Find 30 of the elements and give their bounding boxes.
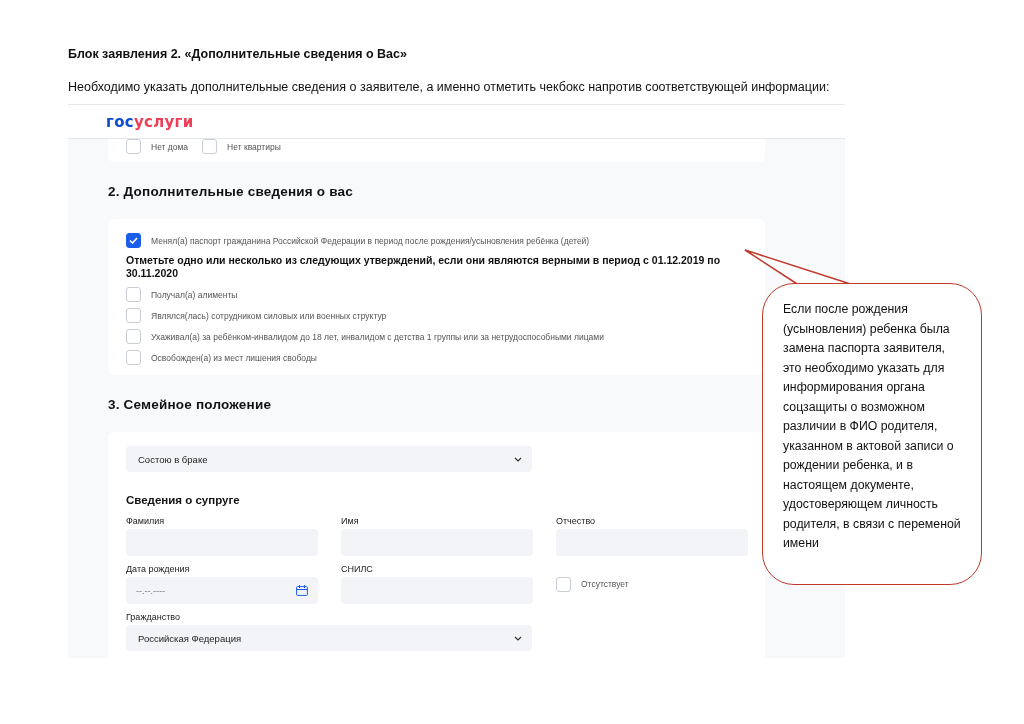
checkbox-label: Нет квартиры — [227, 141, 281, 152]
callout-text: Если после рождения (усыновления) ребенка была замена паспорта заявителя, это необходимо указать для информирования органа соцзащиты о возможном различии в ФИО родителя, указанном в актовой записи о рождении ребенка, и в настоящем документе, удостоверяющем личность родителя, в связи с переменой имени — [783, 301, 961, 552]
subsection-title: Сведения о супруге — [126, 494, 241, 506]
field-label: Фамилия — [126, 516, 166, 526]
checkbox-label: Получал(а) алименты — [151, 289, 238, 300]
checkbox[interactable] — [126, 233, 141, 248]
section-title: 3. Семейное положение — [108, 397, 273, 412]
field-label: Имя — [341, 516, 360, 526]
field-label: Гражданство — [126, 612, 181, 622]
question-text: Отметьте одно или несколько из следующих утверждений, если они являются верными в период с 01.12.2019 по 30.11.2020 — [126, 254, 722, 279]
checkbox-label: Освобожден(а) из мест лишения свободы — [151, 352, 317, 363]
field-label: Отчество — [556, 516, 597, 526]
field-label: Дата рождения — [126, 564, 191, 574]
marital-status-dropdown[interactable]: Состою в браке — [126, 446, 532, 472]
document-heading: Блок заявления 2. «Дополнительные сведения о Вас» — [68, 47, 408, 61]
section-title: 2. Дополнительные сведения о вас — [108, 184, 354, 199]
logo: госуслуги — [106, 112, 194, 131]
calendar-icon — [296, 585, 308, 596]
chevron-icon — [514, 635, 522, 641]
checkbox-label: Ухаживал(а) за ребёнком-инвалидом до 18 лет, инвалидом с детства 1 группы или за нетрудоспособными лицами — [151, 331, 604, 342]
checkbox-label: Нет дома — [151, 141, 189, 152]
document-paragraph: Необходимо указать дополнительные сведения о заявителе, а именно отметить чекбокс напротив соответствующей информации: — [68, 80, 831, 94]
field-label: СНИЛС — [341, 564, 374, 574]
checkbox-label: Менял(а) паспорт гражданина Российской Федерации в период после рождения/усыновления ребёнка (детей) — [151, 235, 590, 246]
citizenship-dropdown[interactable]: Российская Федерация — [126, 625, 532, 651]
checkbox-label: Отсутствует — [581, 579, 629, 589]
check-icon — [129, 237, 138, 244]
checkbox-label: Являлся(лась) сотрудником силовых или военных структур — [151, 310, 387, 321]
date-field[interactable]: --.--.---- — [126, 577, 318, 604]
chevron-icon — [514, 456, 522, 462]
